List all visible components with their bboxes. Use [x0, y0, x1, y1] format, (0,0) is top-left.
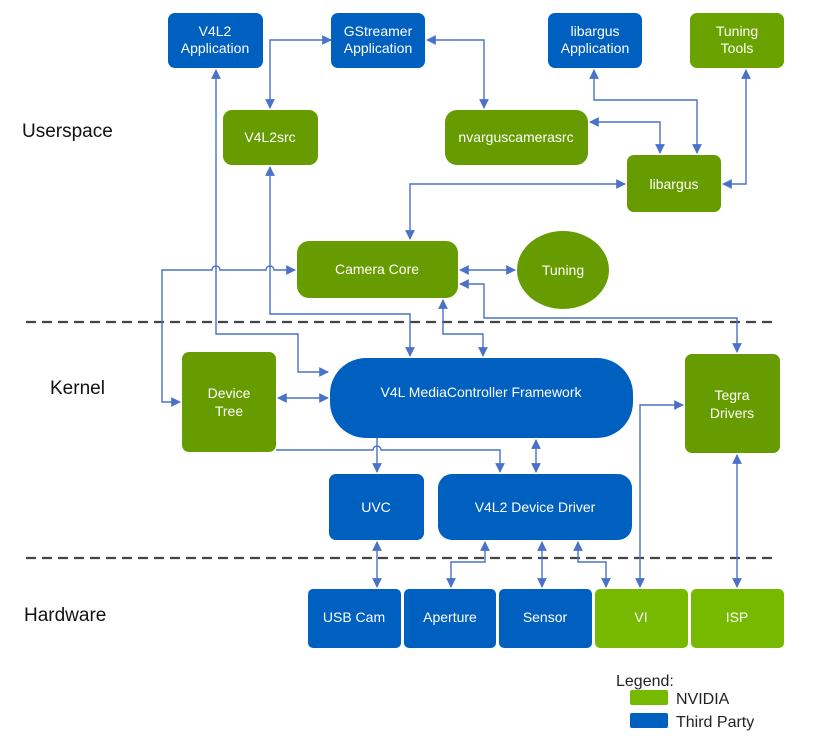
- connector-v4l2dd-aperture: [446, 541, 490, 588]
- connector-libargus-cameracore: [405, 179, 626, 240]
- node-gstreamer-application: GStreamer Application: [331, 13, 425, 68]
- svg-text:UVC: UVC: [361, 499, 391, 515]
- legend-label-nvidia: NVIDIA: [676, 691, 730, 708]
- connector-cameracore-mediacontroller: [438, 299, 488, 357]
- svg-text:Device: Device: [208, 385, 251, 401]
- node-tuning: Tuning: [517, 231, 609, 309]
- svg-text:Drivers: Drivers: [710, 405, 754, 421]
- svg-text:Application: Application: [561, 40, 630, 56]
- node-v4l2src: V4L2src: [223, 110, 318, 165]
- legend-swatch-nvidia: [630, 690, 668, 705]
- node-device-tree: Device Tree: [182, 352, 276, 452]
- svg-text:Aperture: Aperture: [423, 609, 477, 625]
- connector-nvarguscamerasrc-libargus: [589, 117, 665, 154]
- layer-label-hardware: Hardware: [24, 605, 106, 626]
- node-tegra-drivers: Tegra Drivers: [685, 354, 780, 453]
- legend: Legend: NVIDIA Third Party: [616, 673, 754, 731]
- node-libargus-application: libargus Application: [548, 13, 642, 68]
- node-isp: ISP: [691, 589, 784, 648]
- layer-label-userspace: Userspace: [22, 121, 113, 142]
- connector-v4l2dd-vi: [573, 541, 611, 588]
- connector-tuningtools-libargus: [722, 69, 751, 189]
- connector-tegradrivers-vi: [635, 400, 684, 588]
- node-vi: VI: [595, 589, 688, 648]
- svg-text:ISP: ISP: [726, 609, 749, 625]
- svg-text:V4L2: V4L2: [199, 23, 232, 39]
- svg-text:Tegra: Tegra: [714, 387, 749, 403]
- svg-text:Tools: Tools: [721, 40, 754, 56]
- svg-text:V4L2 Device Driver: V4L2 Device Driver: [475, 499, 596, 515]
- node-usb-cam: USB Cam: [308, 589, 401, 648]
- node-uvc: UVC: [329, 474, 424, 540]
- node-sensor: Sensor: [499, 589, 592, 648]
- node-tuning-tools: Tuning Tools: [690, 13, 784, 68]
- svg-text:V4L MediaController Framework: V4L MediaController Framework: [381, 384, 583, 400]
- legend-title: Legend:: [616, 673, 674, 690]
- svg-text:VI: VI: [634, 609, 647, 625]
- svg-text:Application: Application: [181, 40, 250, 56]
- svg-text:USB Cam: USB Cam: [323, 609, 385, 625]
- connector-devicetree-v4l2devicedriver: [276, 445, 505, 473]
- camera-architecture-diagram: Userspace Kernel Hardware V4L2 Applicati…: [22, 13, 784, 731]
- svg-text:Application: Application: [344, 40, 413, 56]
- connector-gstreamer-v4l2src: [265, 35, 332, 109]
- node-v4l-mediacontroller-framework: V4L MediaController Framework: [330, 358, 633, 438]
- legend-swatch-third-party: [630, 713, 668, 728]
- svg-text:Tree: Tree: [215, 403, 243, 419]
- connector-gstreamer-nvarguscamerasrc: [426, 35, 489, 109]
- svg-text:nvarguscamerasrc: nvarguscamerasrc: [458, 129, 573, 145]
- node-v4l2-application: V4L2 Application: [168, 13, 263, 68]
- node-libargus: libargus: [627, 155, 721, 212]
- svg-text:Tuning: Tuning: [716, 23, 758, 39]
- svg-text:Camera Core: Camera Core: [335, 261, 419, 277]
- node-aperture: Aperture: [404, 589, 496, 648]
- layer-label-kernel: Kernel: [50, 378, 105, 399]
- node-v4l2-device-driver: V4L2 Device Driver: [438, 474, 632, 540]
- svg-text:Tuning: Tuning: [542, 262, 584, 278]
- node-nvarguscamerasrc: nvarguscamerasrc: [445, 110, 588, 165]
- legend-label-third-party: Third Party: [676, 714, 754, 731]
- svg-text:Sensor: Sensor: [523, 609, 568, 625]
- connector-libargusapp-libargus: [589, 69, 702, 154]
- node-camera-core: Camera Core: [297, 241, 458, 298]
- svg-text:libargus: libargus: [570, 23, 619, 39]
- svg-text:V4L2src: V4L2src: [244, 129, 295, 145]
- svg-text:GStreamer: GStreamer: [344, 23, 413, 39]
- svg-text:libargus: libargus: [649, 176, 698, 192]
